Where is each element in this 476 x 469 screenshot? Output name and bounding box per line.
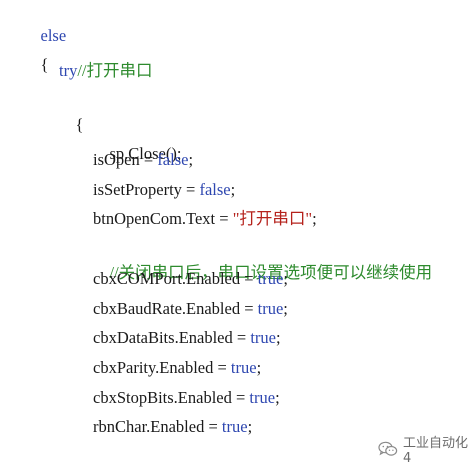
code-line-cbxstopbits: cbxStopBits.Enabled = true; <box>93 386 280 410</box>
issetproperty-semicolon: ; <box>230 180 236 199</box>
code-line-try: try//打开串口 <box>59 59 153 83</box>
rbnchar-semicolon: ; <box>247 417 253 436</box>
cbxcomport-semicolon: ; <box>283 269 288 288</box>
code-line-else: else <box>24 0 67 45</box>
code-line-rbnchar: rbnChar.Enabled = true; <box>93 415 252 439</box>
cbxdatabits-semicolon: ; <box>275 328 281 347</box>
code-line-cbxcomport: cbxCOMPort.Enabled = true; <box>93 267 288 291</box>
isopen-semicolon: ; <box>188 150 194 169</box>
code-line-isopen: isOpen = false; <box>93 148 193 172</box>
cbxstopbits-semicolon: ; <box>275 388 280 407</box>
code-line-sp-close: sp.Close(); <box>93 118 182 163</box>
cbxbaudrate-assign: cbxBaudRate.Enabled = <box>93 299 258 318</box>
brace-open-inner: { <box>75 115 84 134</box>
cbxbaudrate-semicolon: ; <box>283 299 288 318</box>
btnopencom-string: "打开串口" <box>232 209 313 228</box>
cbxbaudrate-value: true <box>257 299 284 318</box>
cbxcomport-value: true <box>257 269 284 288</box>
code-block: else { try//打开串口 { sp.Close(); isOpen = … <box>0 0 476 469</box>
code-line-cbxparity: cbxParity.Enabled = true; <box>93 356 261 380</box>
isopen-value: false <box>157 150 189 169</box>
cbxparity-semicolon: ; <box>256 358 262 377</box>
code-line-issetproperty: isSetProperty = false; <box>93 178 235 202</box>
rbnchar-assign: rbnChar.Enabled = <box>93 417 222 436</box>
cbxdatabits-value: true <box>250 328 276 347</box>
comment-try: //打开串口 <box>77 61 153 80</box>
code-line-cbxdatabits: cbxDataBits.Enabled = true; <box>93 326 281 350</box>
wechat-icon <box>378 441 398 457</box>
rbnchar-value: true <box>221 417 248 436</box>
code-line-inner-brace: { <box>59 89 84 134</box>
cbxparity-value: true <box>230 358 257 377</box>
code-line-btnopencom: btnOpenCom.Text = "打开串口"; <box>93 207 317 231</box>
cbxstopbits-value: true <box>249 388 276 407</box>
issetproperty-assign: isSetProperty = <box>93 180 200 199</box>
issetproperty-value: false <box>199 180 231 199</box>
cbxdatabits-assign: cbxDataBits.Enabled = <box>93 328 251 347</box>
cbxstopbits-assign: cbxStopBits.Enabled = <box>93 388 250 407</box>
code-line-outer-brace: { <box>24 29 49 74</box>
btnopencom-semicolon: ; <box>312 209 317 228</box>
keyword-try: try <box>59 61 78 80</box>
brace-open-outer: { <box>40 55 49 74</box>
btnopencom-assign: btnOpenCom.Text = <box>93 209 233 228</box>
watermark-text: 工业自动化4 <box>403 436 469 466</box>
code-line-cbxbaudrate: cbxBaudRate.Enabled = true; <box>93 297 288 321</box>
cbxparity-assign: cbxParity.Enabled = <box>93 358 231 377</box>
isopen-assign: isOpen = <box>93 150 158 169</box>
watermark: 工业自动化4 <box>378 436 476 466</box>
code-line-comment: //关闭串口后，串口设置选项便可以继续使用 <box>93 237 433 282</box>
cbxcomport-assign: cbxCOMPort.Enabled = <box>93 269 258 288</box>
